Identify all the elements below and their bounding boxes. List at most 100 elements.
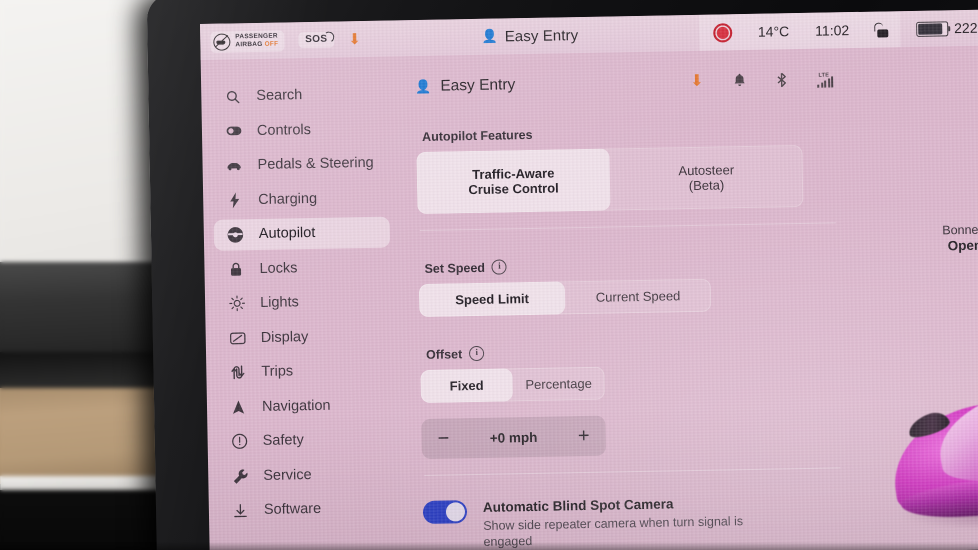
- sidebar-item-navigation[interactable]: Navigation: [217, 389, 394, 423]
- sidebar-item-label: Pedals & Steering: [257, 154, 374, 173]
- section-label-set-speed: Set Speed i: [424, 253, 854, 276]
- airbag-line-1: PASSENGER: [235, 32, 278, 41]
- software-icon: [232, 502, 249, 519]
- segment-label: Current Speed: [595, 288, 681, 305]
- sidebar-item-service[interactable]: Service: [218, 458, 395, 492]
- sidebar-item-label: Navigation: [261, 397, 331, 415]
- status-bar-profile[interactable]: 👤 Easy Entry: [361, 24, 699, 47]
- sidebar-item-label: Software: [263, 500, 322, 518]
- sidebar-item-label: Display: [260, 328, 309, 346]
- lock-icon: [227, 260, 244, 277]
- battery-indicator[interactable]: 222 mi: [900, 19, 978, 37]
- section-divider: [419, 222, 836, 232]
- sidebar-item-label: Search: [256, 87, 303, 104]
- range-readout: 222 mi: [954, 19, 978, 37]
- unlocked-padlock-icon[interactable]: [874, 21, 889, 38]
- passenger-airbag-indicator: PASSENGER AIRBAG OFF: [210, 29, 285, 53]
- bonnet-alert-state: Open: [947, 237, 978, 254]
- temperature-readout[interactable]: 14°C: [758, 23, 790, 40]
- section-divider: [424, 467, 841, 476]
- sidebar-item-safety[interactable]: Safety: [217, 423, 394, 457]
- sidebar-item-pedals-and-steering[interactable]: Pedals & Steering: [212, 147, 389, 181]
- airbag-line-2: AIRBAG: [235, 40, 263, 49]
- steering-wheel-icon: [227, 226, 244, 243]
- safety-warning-icon: [231, 433, 248, 450]
- segment-label: Percentage: [525, 375, 593, 393]
- profile-name: Easy Entry: [504, 26, 579, 45]
- user-icon: 👤: [415, 78, 432, 95]
- info-icon[interactable]: i: [469, 345, 485, 362]
- segment-label: Traffic-Aware Cruise Control: [468, 165, 559, 198]
- sidebar-item-trips[interactable]: Trips: [216, 354, 393, 388]
- sidebar-item-search[interactable]: Search: [211, 78, 388, 112]
- stepper-increment-button[interactable]: +: [578, 425, 590, 447]
- battery-icon: [916, 20, 949, 37]
- sidebar-item-label: Service: [263, 466, 312, 484]
- sidebar-item-software[interactable]: Software: [219, 492, 396, 526]
- sidebar-item-display[interactable]: Display: [215, 320, 392, 354]
- offset-segmented-control[interactable]: Fixed Percentage: [420, 366, 605, 404]
- download-arrow-icon[interactable]: ⬇: [690, 73, 704, 90]
- offset-stepper[interactable]: − +0 mph +: [421, 415, 606, 460]
- segment-fixed[interactable]: Fixed: [420, 368, 513, 404]
- info-icon[interactable]: i: [491, 259, 508, 275]
- segment-traffic-aware-cruise-control[interactable]: Traffic-Aware Cruise Control: [416, 148, 611, 215]
- screen-body: Search Controls Pedals & Steering Chargi…: [201, 45, 978, 550]
- segment-label: Autosteer (Beta): [678, 162, 735, 194]
- stepper-decrement-button[interactable]: −: [437, 428, 449, 450]
- segment-label: Fixed: [449, 377, 484, 394]
- sos-button[interactable]: SOS: [298, 30, 336, 49]
- vehicle-render[interactable]: [885, 377, 978, 550]
- sidebar-item-label: Trips: [261, 363, 294, 380]
- sidebar-item-charging[interactable]: Charging: [213, 182, 390, 216]
- car-icon: [225, 157, 242, 174]
- download-arrow-icon[interactable]: ⬇: [348, 31, 361, 48]
- status-bar-right: 14°C 11:02 222 mi: [698, 9, 978, 51]
- autopilot-features-segmented-control[interactable]: Traffic-Aware Cruise Control Autosteer (…: [416, 144, 804, 215]
- battery-fill: [918, 22, 943, 35]
- passenger-airbag-text: PASSENGER AIRBAG OFF: [235, 33, 278, 49]
- display-screen-icon: [229, 329, 246, 346]
- sidebar-item-controls[interactable]: Controls: [212, 113, 389, 147]
- segment-speed-limit[interactable]: Speed Limit: [418, 281, 566, 318]
- charging-bolt-icon: [226, 191, 243, 208]
- lights-sun-icon: [228, 295, 245, 312]
- segment-autosteer-beta[interactable]: Autosteer (Beta): [609, 145, 803, 211]
- toggle-subtitle: Show side repeater camera when turn sign…: [483, 514, 744, 549]
- lte-signal-icon[interactable]: LTE: [817, 72, 834, 88]
- segment-current-speed[interactable]: Current Speed: [565, 279, 712, 315]
- section-title: Offset: [425, 346, 463, 362]
- bell-icon[interactable]: [733, 73, 746, 89]
- autopilot-settings-panel: 👤 Easy Entry ⬇ LTE Autopilot Features Tr…: [397, 48, 860, 550]
- service-wrench-icon: [231, 467, 248, 484]
- sidebar-item-locks[interactable]: Locks: [214, 251, 391, 285]
- toggle-title: Automatic Blind Spot Camera: [482, 496, 674, 515]
- recording-dot-icon[interactable]: [712, 22, 733, 43]
- trips-route-icon: [229, 364, 246, 381]
- segment-percentage[interactable]: Percentage: [512, 367, 605, 402]
- search-icon: [224, 88, 241, 105]
- toggle-knob: [445, 502, 466, 522]
- padlock-body: [877, 28, 889, 38]
- sidebar-item-label: Lights: [259, 294, 299, 311]
- vehicle-visualization-panel: Bonnet Open: [851, 45, 978, 550]
- section-title: Set Speed: [424, 260, 486, 276]
- set-speed-segmented-control[interactable]: Speed Limit Current Speed: [418, 278, 712, 318]
- signal-bars: [817, 75, 834, 88]
- navigation-arrow-icon: [230, 398, 247, 415]
- controls-toggle-icon: [225, 122, 242, 139]
- section-label-offset: Offset i: [426, 339, 856, 362]
- bonnet-alert-kind: Bonnet: [942, 222, 978, 238]
- status-bar-left: PASSENGER AIRBAG OFF SOS ⬇: [200, 29, 361, 53]
- sidebar-item-lights[interactable]: Lights: [215, 285, 392, 319]
- airbag-state: OFF: [264, 40, 279, 48]
- bluetooth-icon[interactable]: [776, 72, 787, 89]
- stepper-value: +0 mph: [489, 429, 538, 446]
- blind-spot-camera-toggle[interactable]: [422, 500, 468, 524]
- segment-label: Speed Limit: [455, 291, 530, 308]
- automatic-blind-spot-camera-row[interactable]: Automatic Blind Spot Camera Show side re…: [422, 492, 860, 550]
- toggle-text-block: Automatic Blind Spot Camera Show side re…: [483, 494, 746, 550]
- clock-readout: 11:02: [815, 22, 850, 39]
- sidebar-item-autopilot[interactable]: Autopilot: [213, 216, 391, 251]
- touchscreen[interactable]: PASSENGER AIRBAG OFF SOS ⬇ 👤 Easy Entry: [200, 9, 978, 550]
